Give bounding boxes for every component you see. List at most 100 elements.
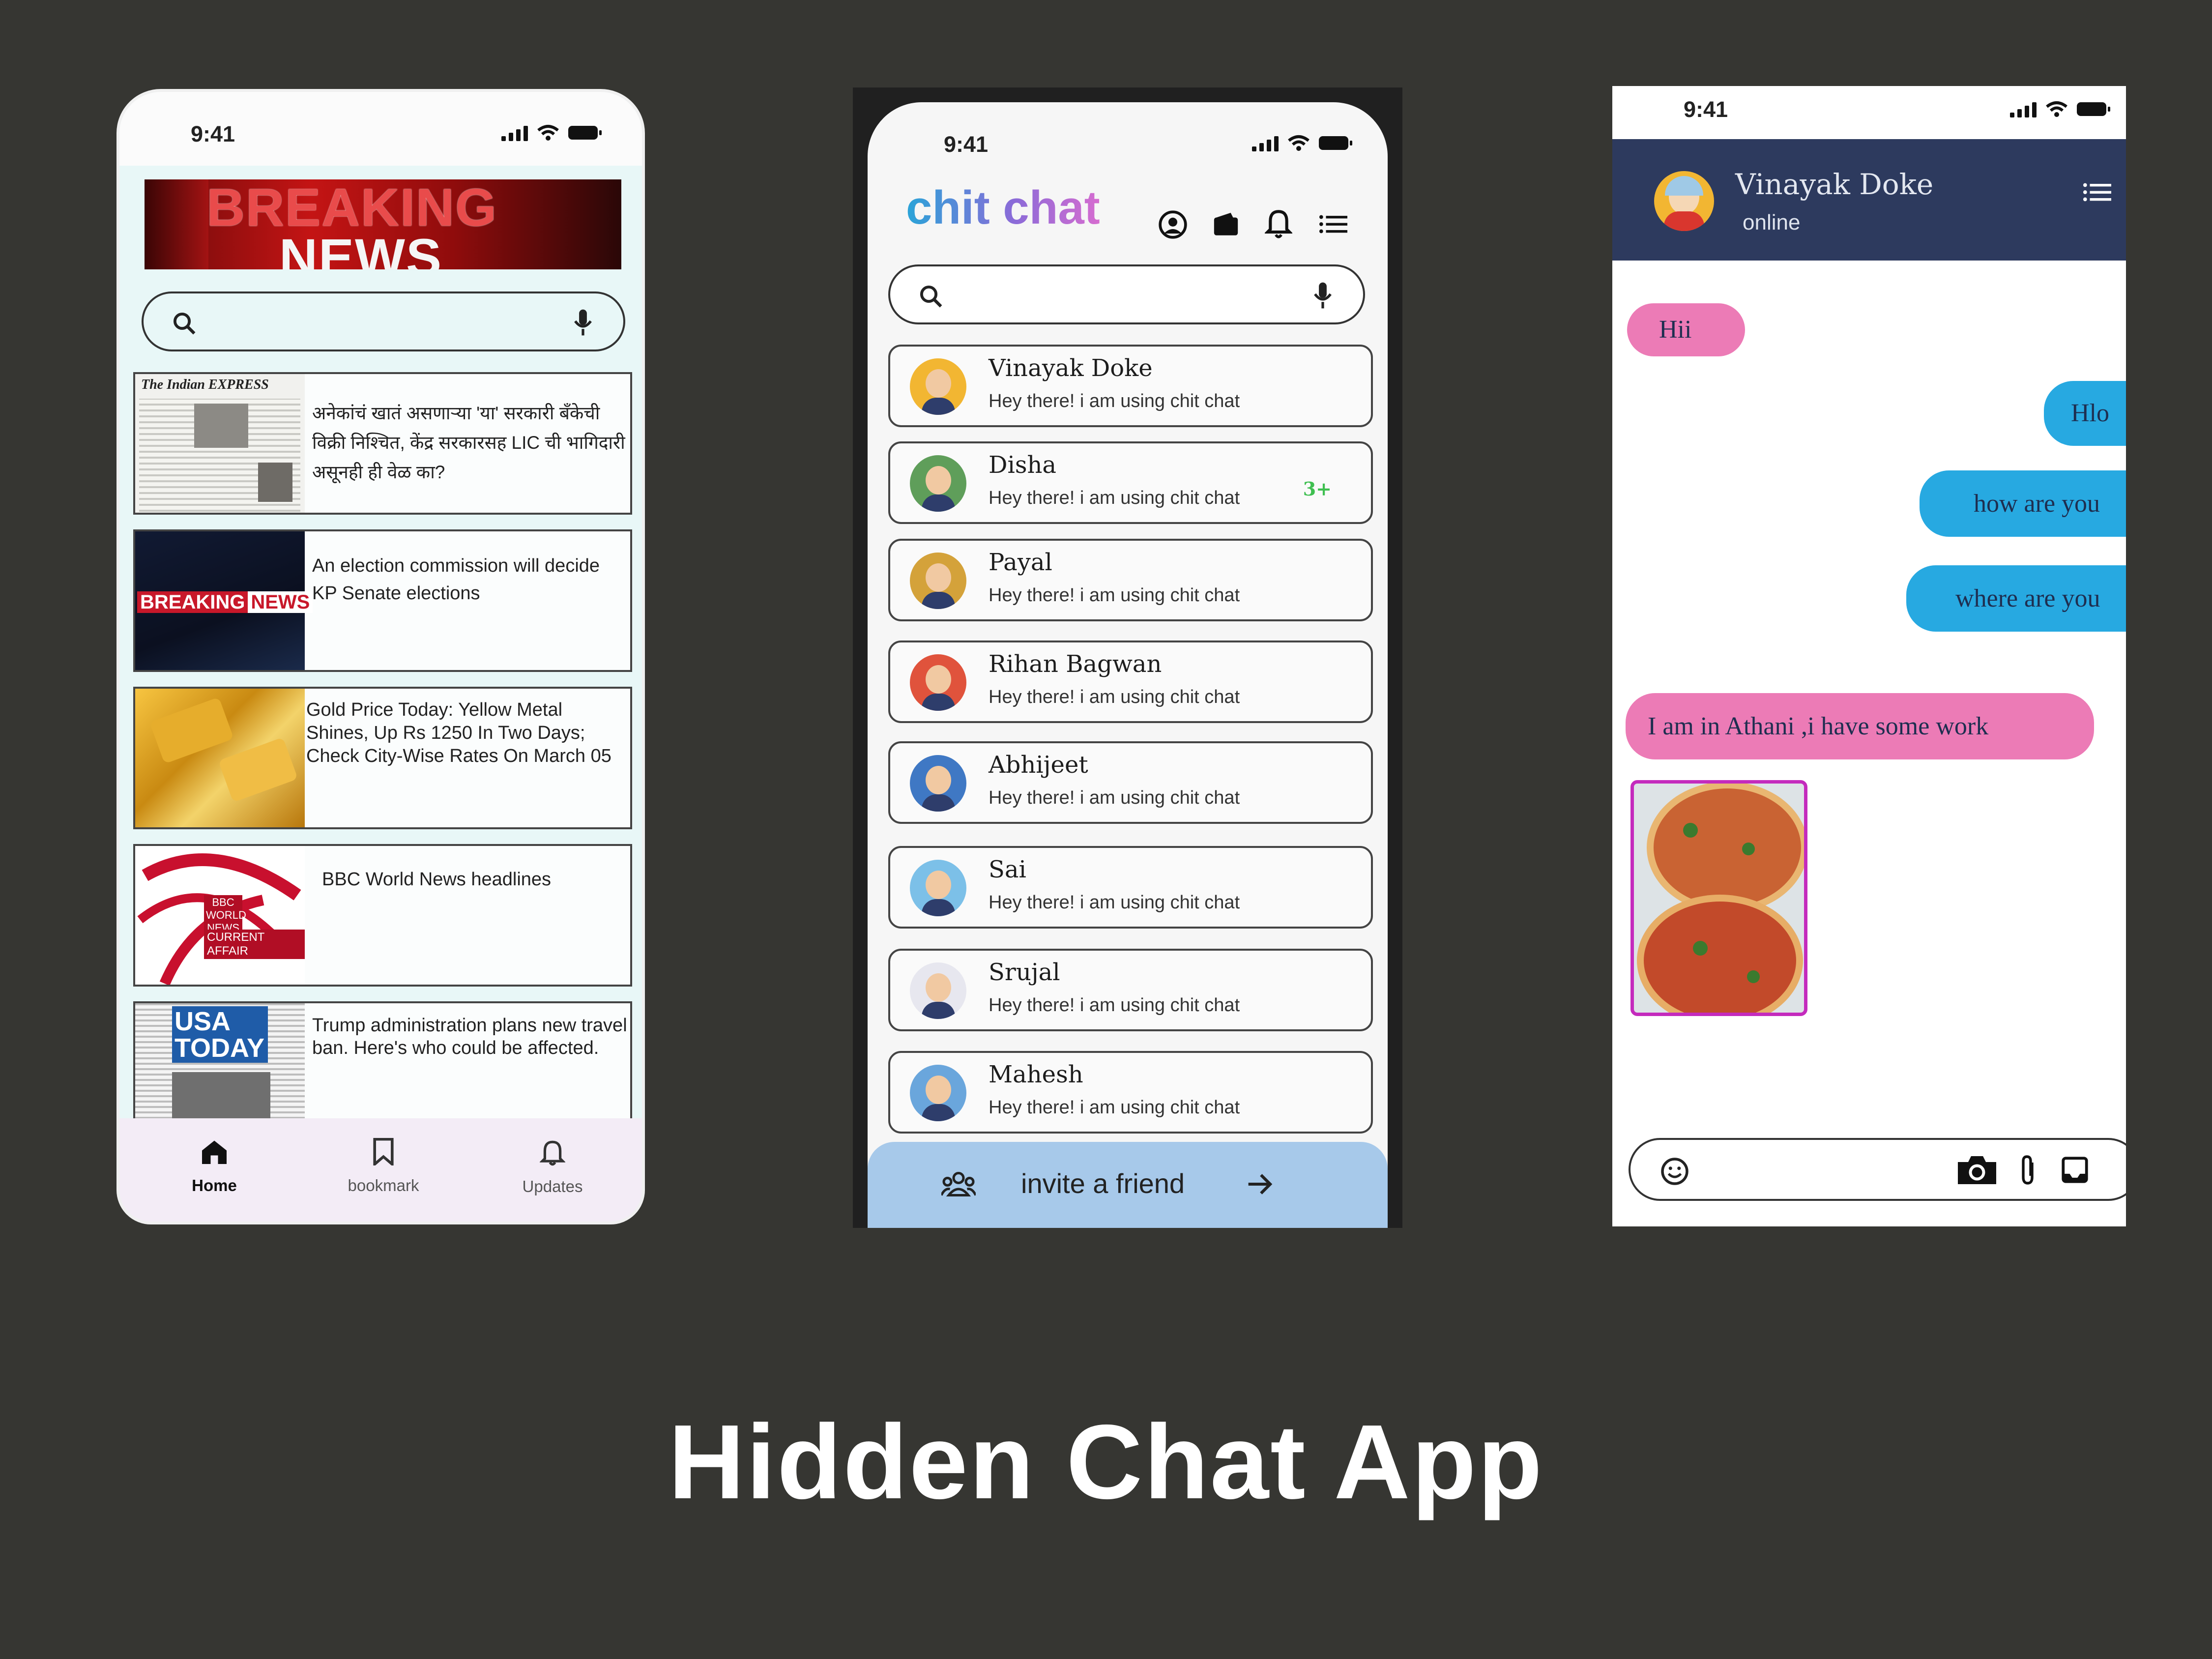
avatar [910, 860, 966, 916]
contact-name: Vinayak Doke [989, 354, 1153, 382]
group-icon [941, 1172, 976, 1196]
news-thumbnail: The Indian EXPRESS [135, 374, 305, 513]
camera-icon[interactable] [1955, 1152, 1999, 1187]
battery-icon [1319, 136, 1352, 150]
breaking-news-banner: BREAKING NEWS [145, 179, 621, 269]
nav-updates-label: Updates [522, 1177, 583, 1195]
news-item[interactable]: Gold Price Today: Yellow Metal Shines, U… [133, 687, 632, 829]
nav-bookmark-label: bookmark [348, 1176, 419, 1194]
contact-status: Hey there! i am using chit chat [989, 1097, 1240, 1118]
contact-status: Hey there! i am using chit chat [989, 488, 1240, 508]
search-input[interactable] [142, 291, 625, 351]
contact-name: Abhijeet [989, 751, 1088, 779]
nav-home[interactable]: Home [165, 1138, 263, 1195]
microphone-icon[interactable] [572, 308, 594, 337]
chat-header: Vinayak Doke online [1612, 139, 2126, 261]
profile-icon[interactable] [1158, 209, 1188, 240]
status-time: 9:41 [191, 121, 235, 146]
wifi-icon [1288, 135, 1310, 151]
contact-item[interactable]: Disha Hey there! i am using chit chat 3+ [888, 441, 1373, 524]
contact-name: Disha [989, 451, 1056, 479]
contact-status: Hey there! i am using chit chat [989, 391, 1240, 411]
contact-item[interactable]: Abhijeet Hey there! i am using chit chat [888, 741, 1373, 824]
contact-name: Srujal [989, 959, 1060, 986]
news-headline: अनेकांचं खातं असणाऱ्या 'या' सरकारी बँकेच… [312, 403, 625, 482]
message-received: I am in Athani ,i have some work [1626, 693, 2094, 759]
message-input[interactable] [1629, 1138, 2126, 1201]
chat-list-app-frame: 9:41 chit chat Vinayak Doke Hey there! i … [853, 87, 1402, 1228]
contact-name: Vinayak Doke [1735, 168, 1934, 201]
contact-item[interactable]: Srujal Hey there! i am using chit chat [888, 949, 1373, 1031]
news-headline: Gold Price Today: Yellow Metal Shines, U… [306, 699, 611, 766]
nav-bookmark[interactable]: bookmark [334, 1137, 433, 1195]
contact-name: Mahesh [989, 1061, 1083, 1088]
bookmark-icon [373, 1137, 394, 1167]
avatar [910, 654, 966, 711]
search-icon [173, 312, 196, 335]
news-headline: Trump administration plans new travel ba… [312, 1015, 627, 1058]
news-item[interactable]: The Indian EXPRESS अनेकांचं खातं असणाऱ्य… [133, 372, 632, 515]
message-sent: where are you [1906, 565, 2126, 632]
news-thumbnail: BBC WORLD NEWS CURRENT AFFAIR [135, 846, 305, 985]
attachment-icon[interactable] [2019, 1154, 2037, 1186]
image-attachment[interactable] [1630, 780, 1807, 1016]
signal-icon [501, 124, 528, 141]
news-item[interactable]: USA TODAY Trump administration plans new… [133, 1001, 632, 1124]
nav-home-label: Home [192, 1176, 237, 1194]
nav-updates[interactable]: Updates [503, 1138, 602, 1196]
arrow-right-icon [1248, 1174, 1273, 1194]
search-input[interactable] [888, 264, 1365, 324]
contact-status: online [1743, 210, 1801, 234]
thumb-label-breaking: BREAKING [137, 591, 248, 613]
thumb-label-current-affair: CURRENT AFFAIR [204, 930, 305, 959]
contact-item[interactable]: Sai Hey there! i am using chit chat [888, 846, 1373, 929]
emoji-icon[interactable] [1660, 1157, 1689, 1186]
status-bar: 9:41 [868, 102, 1388, 161]
message-sent: how are you [1920, 470, 2126, 537]
search-icon [920, 285, 942, 308]
battery-icon [568, 126, 602, 140]
bottom-navigation: Home bookmark Updates [119, 1118, 642, 1222]
banner-line-2: NEWS [279, 228, 442, 269]
menu-list-icon[interactable] [2083, 182, 2111, 202]
newspaper-masthead: The Indian EXPRESS [141, 377, 269, 392]
contact-item[interactable]: Payal Hey there! i am using chit chat [888, 539, 1373, 621]
bell-icon[interactable] [1265, 207, 1292, 239]
menu-list-icon[interactable] [1319, 214, 1347, 234]
news-thumbnail: USA TODAY [135, 1003, 305, 1124]
wifi-icon [537, 125, 559, 141]
contact-name: Rihan Bagwan [989, 650, 1162, 678]
unread-badge: 3+ [1303, 478, 1332, 500]
contact-name: Payal [989, 549, 1052, 576]
status-bar: 9:41 [119, 92, 642, 166]
news-thumbnail: BREAKING NEWS [135, 531, 313, 670]
page-title: Hidden Chat App [668, 1402, 1544, 1521]
avatar[interactable] [1654, 171, 1714, 231]
microphone-icon[interactable] [1312, 281, 1334, 310]
contact-item[interactable]: Mahesh Hey there! i am using chit chat [888, 1051, 1373, 1134]
news-headline: An election commission will decide KP Se… [312, 555, 600, 604]
contact-status: Hey there! i am using chit chat [989, 995, 1240, 1016]
avatar [910, 755, 966, 812]
thumb-label-usa-today: USA TODAY [175, 1007, 265, 1063]
avatar [910, 553, 966, 609]
gallery-icon[interactable] [2061, 1156, 2089, 1184]
invite-friend-button[interactable]: invite a friend [868, 1142, 1388, 1228]
avatar [910, 1065, 966, 1121]
avatar [910, 455, 966, 512]
status-bar: 9:41 [1612, 86, 2126, 139]
contact-name: Sai [989, 856, 1026, 883]
news-headline: BBC World News headlines [322, 869, 552, 890]
news-item[interactable]: BBC WORLD NEWS CURRENT AFFAIR BBC World … [133, 844, 632, 987]
contact-item[interactable]: Rihan Bagwan Hey there! i am using chit c… [888, 640, 1373, 723]
contact-status: Hey there! i am using chit chat [989, 787, 1240, 808]
contact-status: Hey there! i am using chit chat [989, 892, 1240, 913]
avatar [910, 358, 966, 415]
contact-item[interactable]: Vinayak Doke Hey there! i am using chit c… [888, 345, 1373, 427]
avatar [910, 962, 966, 1019]
news-item[interactable]: BREAKING NEWS An election commission will… [133, 529, 632, 672]
signal-icon [1252, 135, 1279, 151]
status-time: 9:41 [1684, 97, 1728, 122]
invite-label: invite a friend [1021, 1168, 1185, 1199]
wallet-icon[interactable] [1212, 211, 1240, 238]
